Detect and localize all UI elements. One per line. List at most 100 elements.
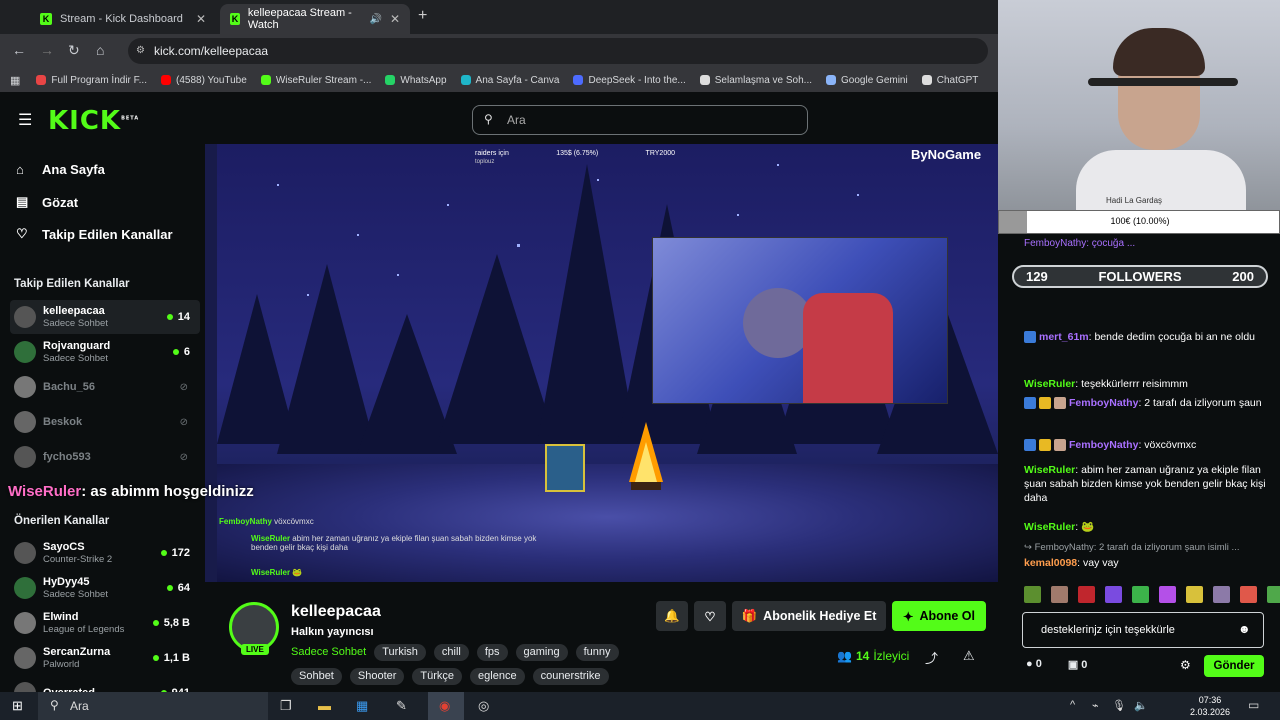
follow-button[interactable]: ♡ bbox=[694, 601, 726, 631]
tag-turkish[interactable]: Turkish bbox=[374, 644, 426, 661]
tag-sohbet[interactable]: Sohbet bbox=[291, 668, 342, 685]
audio-playing-icon[interactable]: 🔊 bbox=[369, 14, 381, 25]
nav-home[interactable]: ⌂ Ana Sayfa bbox=[16, 162, 105, 177]
bookmark-item[interactable]: ChatGPT bbox=[921, 75, 978, 86]
sidebar-channel-sercanzurna[interactable]: SercanZurna Palworld 1,1 B bbox=[10, 641, 200, 675]
taskbar-clock[interactable]: 07:36 2.03.2026 bbox=[1182, 694, 1238, 718]
emote-icon[interactable] bbox=[1051, 586, 1068, 603]
tag-funny[interactable]: funny bbox=[575, 644, 619, 661]
search-input[interactable]: Ara bbox=[472, 105, 808, 135]
url-field[interactable]: kick.com/kelleepacaa bbox=[128, 38, 988, 64]
channel-name[interactable]: kelleepacaa bbox=[291, 603, 381, 621]
reload-icon[interactable]: ↻ bbox=[68, 42, 80, 59]
emote-icon[interactable] bbox=[1105, 586, 1122, 603]
chrome-taskbar-button[interactable]: ◉ bbox=[428, 692, 464, 720]
emote-icon[interactable] bbox=[1267, 586, 1280, 603]
share-icon[interactable]: ⤴ bbox=[925, 648, 938, 667]
tab-kelleepacaa-stream[interactable]: K kelleepacaa Stream - Watch 🔊 ✕ bbox=[220, 4, 410, 34]
bookmark-item[interactable]: Ana Sayfa - Canva bbox=[460, 75, 559, 86]
chat-username[interactable]: WiseRuler bbox=[1024, 521, 1075, 533]
points-a[interactable]: ● 0 bbox=[1026, 658, 1042, 671]
home-icon[interactable]: ⌂ bbox=[96, 42, 104, 58]
emote-icon[interactable] bbox=[1186, 586, 1203, 603]
emote-icon[interactable] bbox=[1159, 586, 1176, 603]
sidebar-channel-bachu_56[interactable]: Bachu_56 ⊘ bbox=[10, 370, 200, 404]
menu-icon[interactable]: ☰ bbox=[18, 110, 32, 130]
bookmark-item[interactable]: WiseRuler Stream -... bbox=[260, 75, 371, 86]
notifications-icon[interactable]: ▭ bbox=[1248, 698, 1259, 712]
site-info-icon[interactable]: ⚙ bbox=[136, 45, 145, 56]
microphone-icon[interactable]: 🎙 bbox=[1112, 699, 1126, 712]
emoji-picker-icon[interactable]: ☻ bbox=[1238, 622, 1251, 636]
bookmark-item[interactable]: Selamlaşma ve Soh... bbox=[699, 75, 812, 86]
chat-message-input[interactable]: desteklerinjz için teşekkürle bbox=[1022, 612, 1264, 648]
bookmark-item[interactable]: WhatsApp bbox=[385, 75, 447, 86]
channel-text: SayoCS Counter-Strike 2 bbox=[43, 541, 112, 566]
channel-category: Counter-Strike 2 bbox=[43, 553, 113, 565]
bookmark-item[interactable]: DeepSeek - Into the... bbox=[573, 74, 686, 86]
network-icon[interactable]: ⌁ bbox=[1092, 699, 1099, 712]
sidebar-channel-elwind[interactable]: Elwind League of Legends 5,8 B bbox=[10, 606, 200, 640]
emote-icon[interactable] bbox=[1132, 586, 1149, 603]
emote-icon[interactable] bbox=[1078, 586, 1095, 603]
chat-username[interactable]: FemboyNathy bbox=[1069, 439, 1138, 451]
notification-bell-button[interactable]: 🔔 bbox=[656, 601, 688, 631]
chat-username[interactable]: mert_61m bbox=[1039, 331, 1089, 343]
tray-chevron-icon[interactable]: ^ bbox=[1070, 699, 1075, 711]
tab-kick-dashboard[interactable]: K Stream - Kick Dashboard ✕ bbox=[30, 4, 216, 34]
volume-icon[interactable]: 🔈 bbox=[1134, 699, 1148, 712]
bookmark-item[interactable]: Google Gemini bbox=[826, 75, 908, 86]
tag-shooter[interactable]: Shooter bbox=[349, 668, 405, 685]
tag-counerstrike[interactable]: counerstrike bbox=[532, 668, 609, 685]
tag-chill[interactable]: chill bbox=[433, 644, 469, 661]
nav-following[interactable]: ♡ Takip Edilen Kanallar bbox=[16, 226, 173, 242]
sidebar-channel-sayocs[interactable]: SayoCS Counter-Strike 2 172 bbox=[10, 536, 200, 570]
category-link[interactable]: Sadece Sohbet bbox=[291, 644, 366, 661]
close-tab-icon[interactable]: ✕ bbox=[196, 12, 206, 26]
close-tab-icon[interactable]: ✕ bbox=[390, 12, 400, 26]
gift-subscription-button[interactable]: 🎁 Abonelik Hediye Et bbox=[732, 601, 886, 631]
send-button[interactable]: Gönder bbox=[1204, 655, 1264, 677]
points-b[interactable]: ▣ 0 bbox=[1068, 658, 1088, 671]
app-icon[interactable]: ✎ bbox=[396, 698, 407, 714]
report-icon[interactable]: ⚠ bbox=[963, 648, 975, 664]
chat-username[interactable]: FemboyNathy bbox=[1069, 397, 1138, 409]
chat-settings-icon[interactable]: ⚙ bbox=[1180, 658, 1191, 672]
bookmark-label: DeepSeek - Into the... bbox=[588, 74, 686, 86]
windows-start-icon[interactable]: ⊞ bbox=[12, 698, 23, 714]
chat-username[interactable]: kemal0098 bbox=[1024, 557, 1077, 569]
nav-label: Takip Edilen Kanallar bbox=[42, 226, 173, 242]
bookmark-item[interactable]: (4588) YouTube bbox=[161, 75, 247, 86]
emote-icon[interactable] bbox=[1213, 586, 1230, 603]
chat-username[interactable]: WiseRuler bbox=[1024, 464, 1075, 476]
sidebar-channel-beskok[interactable]: Beskok ⊘ bbox=[10, 405, 200, 439]
apps-grid-icon[interactable]: ▦ bbox=[10, 74, 20, 87]
recommended-channels-title: Önerilen Kanallar bbox=[14, 515, 110, 527]
sidebar-channel-fycho593[interactable]: fycho593 ⊘ bbox=[10, 440, 200, 474]
subscribe-button[interactable]: ✦ Abone Ol bbox=[892, 601, 986, 631]
sidebar-channel-rojvanguard[interactable]: Rojvanguard Sadece Sohbet 6 bbox=[10, 335, 200, 369]
channel-name: SayoCS bbox=[43, 540, 85, 553]
taskbar-search[interactable]: Ara bbox=[38, 692, 268, 720]
emote-icon[interactable] bbox=[1024, 586, 1041, 603]
tag-gaming[interactable]: gaming bbox=[515, 644, 568, 661]
bookmark-item[interactable]: Full Program İndir F... bbox=[36, 75, 147, 86]
sidebar-channel-overrated[interactable]: Overrated941 bbox=[10, 676, 200, 692]
nav-browse[interactable]: ▤ Gözat bbox=[16, 194, 78, 210]
file-explorer-icon[interactable]: ▬ bbox=[318, 698, 331, 713]
back-icon[interactable]: ← bbox=[12, 42, 26, 58]
sidebar-channel-kelleepacaa[interactable]: kelleepacaa Sadece Sohbet 14 bbox=[10, 300, 200, 334]
tag-eglence[interactable]: eglence bbox=[470, 668, 525, 685]
emote-icon[interactable] bbox=[1240, 586, 1257, 603]
store-icon[interactable]: ▦ bbox=[356, 698, 368, 714]
video-player[interactable]: ByNoGame raiders için 135$ (6.75%) TRY20… bbox=[205, 144, 998, 582]
task-view-icon[interactable]: ❐ bbox=[280, 698, 292, 714]
new-tab-button[interactable]: + bbox=[418, 7, 427, 25]
forward-icon[interactable]: → bbox=[40, 42, 54, 58]
tag-türkçe[interactable]: Türkçe bbox=[412, 668, 463, 685]
obs-icon[interactable]: ◎ bbox=[478, 698, 489, 714]
sidebar-channel-hydyy45[interactable]: HyDyy45 Sadece Sohbet 64 bbox=[10, 571, 200, 605]
kick-logo[interactable]: KICKBETA bbox=[48, 106, 139, 136]
tag-fps[interactable]: fps bbox=[476, 644, 508, 661]
chat-username[interactable]: WiseRuler bbox=[1024, 378, 1075, 390]
